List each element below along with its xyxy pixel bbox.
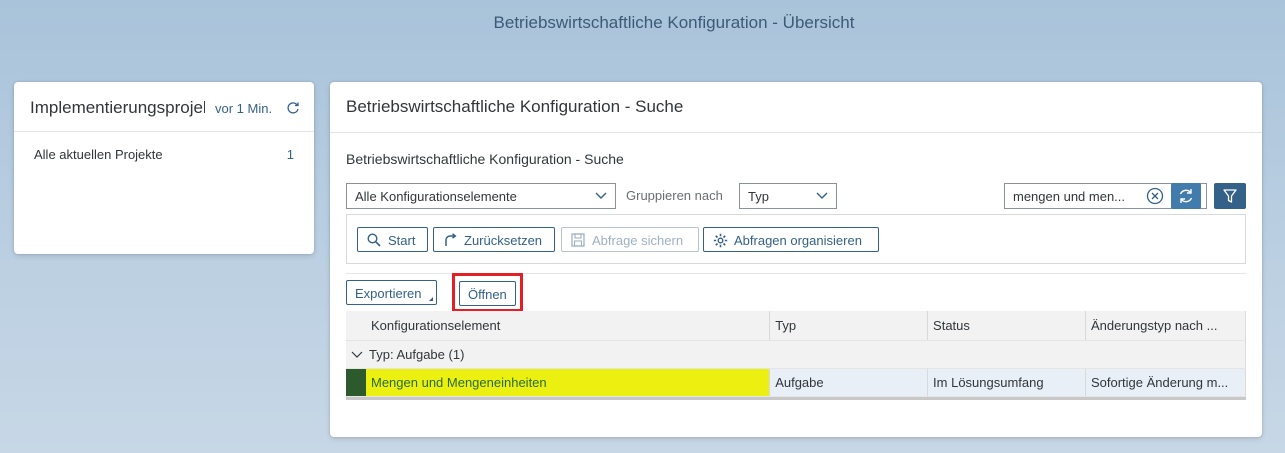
table-scroll-indicator xyxy=(346,397,1246,400)
tile-row-count: 1 xyxy=(286,147,294,162)
open-button-label: Öffnen xyxy=(468,287,507,302)
row-selection-marker[interactable] xyxy=(346,368,366,395)
search-icon xyxy=(367,233,381,247)
chevron-down-icon[interactable] xyxy=(351,351,363,359)
gear-icon xyxy=(713,233,728,248)
table-header-row: Konfigurationselement Typ Status Änderun… xyxy=(346,311,1247,341)
tile-row-all-projects[interactable]: Alle aktuellen Projekte 1 xyxy=(34,147,294,162)
clear-icon[interactable] xyxy=(1146,187,1164,205)
save-query-button-label: Abfrage sichern xyxy=(592,233,684,248)
filter-button[interactable] xyxy=(1214,183,1246,209)
search-card: Betriebswirtschaftliche Konfiguration - … xyxy=(330,82,1262,437)
refresh-icon[interactable] xyxy=(286,101,300,115)
projects-tile[interactable]: Implementierungsprojekte vor 1 Min. Alle… xyxy=(14,82,314,254)
cell-type: Aufgabe xyxy=(769,368,929,397)
refresh-search-button[interactable] xyxy=(1171,183,1201,209)
table-row[interactable]: Mengen und Mengeneinheiten Aufgabe Im Lö… xyxy=(346,368,1247,397)
start-button-label: Start xyxy=(388,233,416,248)
config-element-select[interactable]: Alle Konfigurationselemente xyxy=(346,183,616,209)
reset-button[interactable]: Zurücksetzen xyxy=(433,227,555,252)
query-toolbar: Start Zurücksetzen Abfrage sichern Abfra… xyxy=(346,214,1246,264)
group-by-select[interactable]: Typ xyxy=(739,183,837,209)
export-button-label: Exportieren xyxy=(355,286,422,301)
organize-queries-button-label: Abfragen organisieren xyxy=(734,233,862,248)
results-table: Konfigurationselement Typ Status Änderun… xyxy=(346,311,1247,397)
save-icon xyxy=(571,233,585,247)
group-header-row[interactable]: Typ: Aufgabe (1) xyxy=(346,340,1246,369)
open-button[interactable]: Öffnen xyxy=(459,281,516,306)
tile-timestamp: vor 1 Min. xyxy=(215,101,273,116)
section-title: Betriebswirtschaftliche Konfiguration - … xyxy=(346,151,624,167)
filter-icon xyxy=(1223,189,1237,203)
chevron-down-icon xyxy=(595,192,607,199)
start-button[interactable]: Start xyxy=(357,227,428,252)
chevron-down-icon xyxy=(816,192,828,199)
tile-row-label: Alle aktuellen Projekte xyxy=(34,147,163,162)
export-button[interactable]: Exportieren xyxy=(346,280,437,305)
save-query-button[interactable]: Abfrage sichern xyxy=(561,227,699,252)
reset-button-label: Zurücksetzen xyxy=(464,233,543,248)
column-header-change-type[interactable]: Änderungstyp nach ... xyxy=(1085,311,1247,341)
reset-icon xyxy=(445,233,457,246)
card-header: Betriebswirtschaftliche Konfiguration - … xyxy=(330,82,1262,133)
config-element-select-value: Alle Konfigurationselemente xyxy=(355,189,517,204)
group-label: Typ: Aufgabe (1) xyxy=(369,346,465,362)
menu-indicator-icon xyxy=(429,297,433,301)
organize-queries-button[interactable]: Abfragen organisieren xyxy=(703,227,879,252)
page-title: Betriebswirtschaftliche Konfiguration - … xyxy=(493,13,855,32)
group-by-label: Gruppieren nach xyxy=(626,188,723,203)
cell-change-type: Sofortige Änderung m... xyxy=(1085,368,1247,397)
group-by-select-value: Typ xyxy=(748,189,769,204)
tile-title: Implementierungsprojekte xyxy=(30,98,205,117)
cell-element[interactable]: Mengen und Mengeneinheiten xyxy=(346,368,771,397)
column-header-element[interactable]: Konfigurationselement xyxy=(346,311,771,341)
card-title: Betriebswirtschaftliche Konfiguration - … xyxy=(346,97,684,116)
search-input-value: mengen und men... xyxy=(1013,189,1126,204)
column-header-status[interactable]: Status xyxy=(927,311,1086,341)
refresh-icon xyxy=(1179,189,1193,203)
cell-status: Im Lösungsumfang xyxy=(927,368,1086,397)
cell-element-text: Mengen und Mengeneinheiten xyxy=(371,374,547,390)
column-header-type[interactable]: Typ xyxy=(769,311,929,341)
tile-header: Implementierungsprojekte vor 1 Min. xyxy=(14,82,314,132)
